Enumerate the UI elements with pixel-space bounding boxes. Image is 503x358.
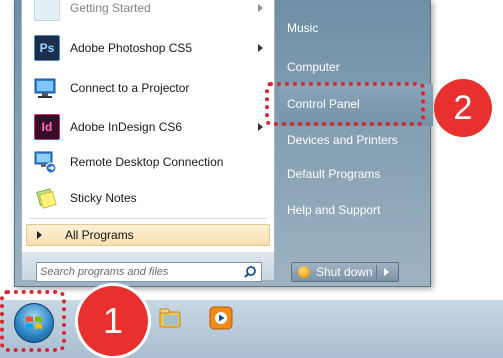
submenu-arrow-icon [258, 44, 263, 52]
getting-started-icon [34, 0, 60, 21]
folder-icon[interactable] [158, 305, 184, 331]
program-label: Remote Desktop Connection [70, 155, 224, 169]
program-item-projector[interactable]: Connect to a Projector [22, 70, 274, 106]
indesign-icon: Id [34, 114, 60, 140]
photoshop-icon: Ps [34, 35, 60, 61]
control-panel-callout-box [265, 82, 425, 126]
shutdown-button[interactable]: Shut down [291, 262, 399, 282]
all-programs-button[interactable]: All Programs [26, 224, 270, 246]
program-item-indesign[interactable]: Id Adobe InDesign CS6 [22, 109, 274, 145]
callout-number-2: 2 [434, 79, 492, 137]
shutdown-label: Shut down [316, 265, 373, 279]
remote-desktop-icon [34, 150, 58, 174]
taskbar [0, 300, 503, 358]
submenu-arrow-icon [258, 123, 263, 131]
default-programs-link[interactable]: Default Programs [287, 162, 427, 186]
media-player-icon[interactable] [208, 305, 234, 331]
sticky-notes-icon [34, 186, 58, 210]
programs-pane: Getting Started Ps Adobe Photoshop CS5 C… [21, 0, 275, 280]
search-input[interactable] [40, 265, 230, 279]
help-support-link[interactable]: Help and Support [287, 198, 427, 222]
search-box[interactable] [36, 262, 262, 282]
program-label: Adobe InDesign CS6 [70, 120, 183, 134]
divider [376, 265, 377, 279]
program-label: Adobe Photoshop CS5 [70, 41, 193, 55]
submenu-arrow-icon [258, 4, 263, 12]
shutdown-options-arrow-icon[interactable] [384, 268, 389, 276]
music-link[interactable]: Music [287, 16, 427, 40]
program-label: Getting Started [70, 1, 151, 15]
program-item-photoshop[interactable]: Ps Adobe Photoshop CS5 [22, 30, 274, 66]
start-menu: Getting Started Ps Adobe Photoshop CS5 C… [14, 0, 433, 287]
callout-number-1: 1 [78, 286, 148, 356]
program-item-sticky-notes[interactable]: Sticky Notes [22, 180, 274, 216]
taskbar-glow [0, 290, 503, 300]
divider [30, 218, 266, 219]
program-label: Connect to a Projector [70, 81, 190, 95]
search-icon[interactable] [243, 265, 257, 279]
all-programs-label: All Programs [65, 228, 134, 242]
program-item-getting-started[interactable]: Getting Started [22, 0, 274, 26]
arrow-right-icon [37, 231, 42, 239]
start-button-callout-box [0, 290, 66, 352]
program-item-remote-desktop[interactable]: Remote Desktop Connection [22, 144, 274, 180]
power-icon [298, 266, 310, 278]
devices-printers-link[interactable]: Devices and Printers [287, 128, 427, 152]
projector-icon [34, 76, 58, 100]
computer-link[interactable]: Computer [287, 55, 427, 79]
program-label: Sticky Notes [70, 191, 137, 205]
